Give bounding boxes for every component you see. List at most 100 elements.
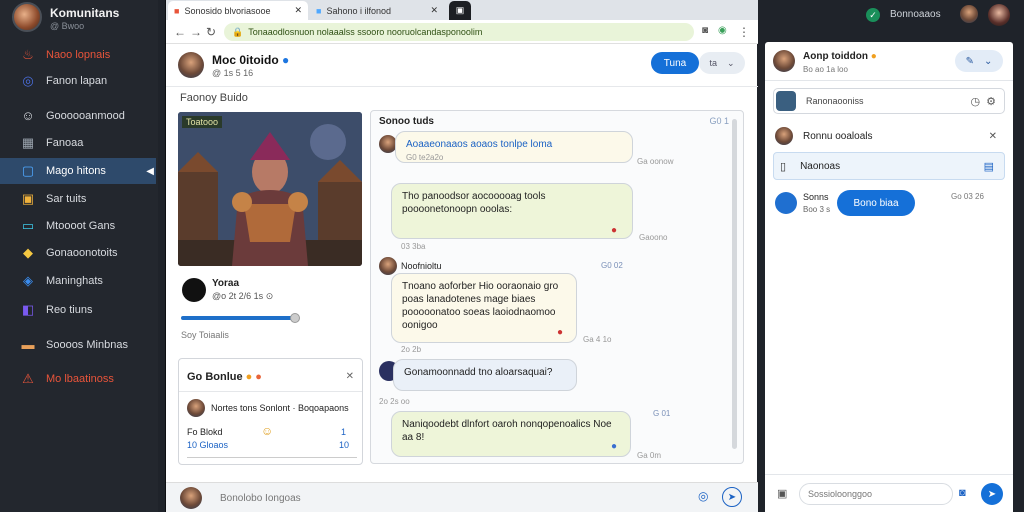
send-icon[interactable]: ➤ xyxy=(981,483,1003,505)
emoji-icon: ● xyxy=(255,371,262,383)
scrollbar[interactable] xyxy=(732,119,737,449)
sidebar-item[interactable]: ▦ Fanoaa xyxy=(0,130,156,156)
profile-name: Moc 0itoido ● xyxy=(212,53,290,67)
tab-title: Sonosido blvoriasooe xyxy=(184,5,271,16)
sidebar-item-label: Sar tuits xyxy=(46,193,87,205)
sidebar-item[interactable]: ♨ Naoo lopnais xyxy=(0,42,156,68)
item-avatar xyxy=(775,127,793,145)
close-icon[interactable]: ✕ xyxy=(346,371,354,382)
right-message-input[interactable]: Sossioloonggoo xyxy=(799,483,953,505)
reload-icon[interactable]: ↻ xyxy=(206,25,216,39)
item-label: Naonoas xyxy=(800,160,841,172)
sidebar-item[interactable]: ▭ Mtoooot Gans xyxy=(0,213,156,239)
composer: Bonolobo Iongoas ◎ ➤ xyxy=(166,482,758,512)
chat-icon: ✎ xyxy=(965,55,974,67)
right-panel: Aonp toiddon ● Bo ao 1a loo ✎ ⌄ Ranonaoon… xyxy=(765,42,1013,512)
shield-icon[interactable]: ◉ xyxy=(718,25,727,36)
verified-icon: ● xyxy=(282,53,290,67)
user-avatar[interactable] xyxy=(960,5,978,23)
chevron-down-icon: ⌄ xyxy=(726,57,735,68)
reaction-icon[interactable]: ● xyxy=(611,225,617,236)
sidebar-item[interactable]: ☺ Goooooanmood xyxy=(0,103,156,129)
more-options-button[interactable]: ta ⌄ xyxy=(699,52,745,74)
contact-avatar[interactable] xyxy=(773,50,795,72)
message-bubble[interactable]: Tho panoodsor aocooooag tools pooooneton… xyxy=(391,183,633,239)
chat-panel: Sonoo tuds G0 1 Aoaaeonaaos aoaos tonlpe… xyxy=(370,110,744,464)
close-tab-icon[interactable]: ✕ xyxy=(430,5,438,16)
selected-item[interactable]: ▯ Naonoas ▤ xyxy=(773,152,1005,180)
menu-icon[interactable]: ⋮ xyxy=(738,25,750,39)
emoji-icon[interactable]: ◎ xyxy=(698,489,708,503)
extension-icon[interactable]: ◙ xyxy=(702,25,708,36)
search-row[interactable]: Ranonaooniss ◷ ⚙ xyxy=(773,88,1005,114)
section-title: Faonoy Buido xyxy=(180,92,248,104)
app-icon xyxy=(776,91,796,111)
send-icon[interactable]: ➤ xyxy=(722,487,742,507)
smile-icon: ☺ xyxy=(261,424,274,438)
site-favicon: ■ xyxy=(316,5,322,16)
message-text: Tnoano aoforber Hio ooraonaio gro poas l… xyxy=(402,281,559,331)
play-icon[interactable]: ⊙ xyxy=(266,291,274,301)
sender-avatar[interactable] xyxy=(379,257,397,275)
seek-bar[interactable] xyxy=(181,316,295,320)
message-bubble[interactable]: Gonamoonnadd tno aloarsaquai? xyxy=(393,359,577,391)
forward-icon[interactable]: → xyxy=(190,25,202,39)
chat-title-meta: G0 1 xyxy=(709,116,729,126)
community-logo[interactable] xyxy=(12,2,42,32)
sidebar-item[interactable]: ⚠ Mo lbaatinoss xyxy=(0,366,156,392)
follow-button[interactable]: Tuna xyxy=(651,52,699,74)
member-avatar[interactable] xyxy=(187,399,205,417)
clock-icon[interactable]: ◷ xyxy=(971,95,981,108)
message-bubble[interactable]: Aoaaeonaaos aoaos tonlpe loma G0 te2a2o xyxy=(395,131,633,163)
sidebar-item-label: Mtoooot Gans xyxy=(46,220,116,232)
chevron-down-icon: ⌄ xyxy=(984,55,993,67)
chat-title: Sonoo tuds xyxy=(379,116,434,127)
chat-avatar[interactable] xyxy=(775,192,797,214)
settings-icon[interactable]: ⚙ xyxy=(986,95,996,108)
media-thumbnail[interactable]: Toatooo xyxy=(178,112,362,266)
browser-tab-1[interactable]: ■ Sonosido blvoriasooe ✕ xyxy=(168,1,308,20)
close-tab-icon[interactable]: ✕ xyxy=(294,5,302,16)
folder-icon: ▬ xyxy=(21,337,35,352)
sidebar-item-label: Mo lbaatinoss xyxy=(46,373,114,385)
url-field[interactable]: 🔒 Tonaaodlosnuon nolaaalss ssooro nooruo… xyxy=(224,23,694,41)
browser-tab-2[interactable]: ■ Sahono i ilfonod ✕ xyxy=(310,1,444,20)
user-avatar[interactable] xyxy=(180,487,202,509)
reaction-icon[interactable]: ● xyxy=(611,441,617,452)
bell-icon: ◆ xyxy=(23,245,33,260)
emoji-icon[interactable]: ◙ xyxy=(959,487,966,499)
message-bubble[interactable]: Naniqoodebt dlnfort oaroh nonqopenoalics… xyxy=(391,411,631,457)
emoji-icon: ● xyxy=(245,371,253,383)
profile-avatar[interactable] xyxy=(178,52,204,78)
sidebar-item-label: Naoo lopnais xyxy=(46,49,111,61)
site-favicon: ■ xyxy=(174,5,180,16)
list-item[interactable]: Ronnu ooaloals ✕ xyxy=(773,126,1005,146)
message-icon[interactable]: ▤ xyxy=(984,160,994,173)
sidebar-item[interactable]: ▢ Mago hitons ◀ xyxy=(0,158,156,184)
monitor-icon: ▭ xyxy=(21,218,35,233)
author-avatar[interactable] xyxy=(182,278,206,302)
briefcase-icon: ▣ xyxy=(21,191,35,206)
bucket-icon: ◈ xyxy=(23,273,33,288)
back-icon[interactable]: ← xyxy=(174,25,186,39)
close-icon[interactable]: ✕ xyxy=(989,131,997,142)
sidebar-item[interactable]: ▬ Soooos Minbnas xyxy=(0,332,156,358)
message-bubble[interactable]: Tnoano aoforber Hio ooraonaio gro poas l… xyxy=(391,273,577,343)
message-input[interactable]: Bonolobo Iongoas xyxy=(214,487,714,509)
sidebar-item[interactable]: ◈ Maninghats xyxy=(0,268,156,294)
card-row-name: Fo Blokd xyxy=(187,427,223,437)
attach-icon[interactable]: ▣ xyxy=(777,487,787,500)
sidebar-item[interactable]: ◆ Gonaoonotoits xyxy=(0,240,156,266)
sidebar-item[interactable]: ◧ Reo tiuns xyxy=(0,297,156,323)
chat-time: Go 03 26 xyxy=(951,192,984,201)
message-meta: 03 3ba xyxy=(401,242,426,251)
status-icon[interactable]: ✓ xyxy=(866,8,880,22)
reaction-icon[interactable]: ● xyxy=(557,327,563,338)
profile-avatar[interactable] xyxy=(988,4,1010,26)
sidebar-item[interactable]: ▣ Sar tuits xyxy=(0,186,156,212)
sidebar-item[interactable]: ◎ Fanon lapan xyxy=(0,68,156,94)
chat-action-button[interactable]: Bono biaa xyxy=(837,190,915,216)
new-tab-button[interactable]: ▣ xyxy=(449,1,471,20)
seek-handle[interactable] xyxy=(290,313,300,323)
chat-menu-button[interactable]: ✎ ⌄ xyxy=(955,50,1003,72)
